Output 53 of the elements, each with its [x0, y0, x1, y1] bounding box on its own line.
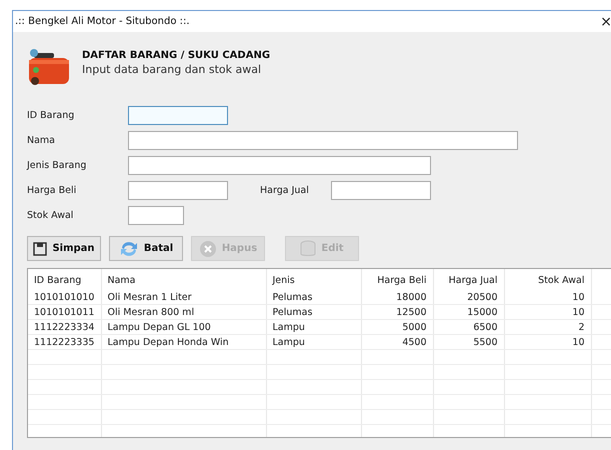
table-cell: 4500	[361, 334, 433, 350]
table-cell: 20500	[433, 290, 504, 304]
table-cell: 2	[504, 320, 591, 334]
table-cell: Lampu	[266, 334, 361, 350]
close-button[interactable]: ×	[600, 14, 611, 30]
column-header[interactable]: ID Barang	[28, 269, 101, 290]
table-cell: 1010101010	[28, 290, 101, 304]
table-cell: Pelumas	[266, 290, 361, 304]
window-title: .:: Bengkel Ali Motor - Situbondo ::.	[15, 16, 190, 27]
field-label: Harga Jual	[260, 185, 310, 196]
delete-icon	[198, 240, 217, 258]
table-cell: Lampu Depan Honda Win	[101, 334, 266, 350]
table-cell: 12500	[361, 304, 433, 320]
column-header[interactable]: Harga Beli	[361, 269, 433, 290]
table-cell: 18000	[361, 290, 433, 304]
table-cell: 10	[504, 334, 591, 350]
field-label: Stok Awal	[27, 210, 74, 221]
input-field[interactable]	[128, 131, 518, 150]
table-cell: Lampu	[266, 320, 361, 334]
table-cell: 6500	[433, 320, 504, 334]
refresh-icon	[118, 240, 139, 258]
table-cell: 1112223335	[28, 334, 101, 350]
save-button[interactable]: Simpan	[27, 236, 101, 261]
database-icon	[300, 240, 316, 258]
table-cell: Oli Mesran 1 Liter	[101, 290, 266, 304]
save-icon	[33, 242, 48, 256]
input-field[interactable]	[128, 156, 431, 175]
field-label: ID Barang	[27, 110, 76, 121]
field-label: Nama	[27, 135, 56, 146]
table-cell: 5500	[433, 334, 504, 350]
column-header[interactable]: Nama	[101, 269, 266, 290]
table-cell: 1112223334	[28, 320, 101, 334]
toolbox-icon	[28, 48, 70, 86]
refresh-button[interactable]: Batal	[109, 236, 183, 261]
field-label: Harga Beli	[27, 185, 78, 196]
input-field[interactable]	[128, 206, 184, 225]
table-cell: 10	[504, 304, 591, 320]
column-header[interactable]: Stok Awal	[504, 269, 591, 290]
table-cell: 5000	[361, 320, 433, 334]
table-cell: 10	[504, 290, 591, 304]
form-title: DAFTAR BARANG / SUKU CADANG	[82, 50, 270, 61]
table-cell: Pelumas	[266, 304, 361, 320]
table-cell: 15000	[433, 304, 504, 320]
column-header[interactable]: Harga Jual	[433, 269, 504, 290]
table-cell: Oli Mesran 800 ml	[101, 304, 266, 320]
table-cell: 1010101011	[28, 304, 101, 320]
input-field[interactable]	[331, 181, 431, 200]
column-header[interactable]: Jenis	[266, 269, 361, 290]
field-label: Jenis Barang	[27, 160, 88, 171]
input-field[interactable]	[128, 181, 228, 200]
input-field[interactable]	[128, 106, 228, 125]
form-subtitle: Input data barang dan stok awal	[82, 63, 262, 76]
table-cell: Lampu Depan GL 100	[101, 320, 266, 334]
